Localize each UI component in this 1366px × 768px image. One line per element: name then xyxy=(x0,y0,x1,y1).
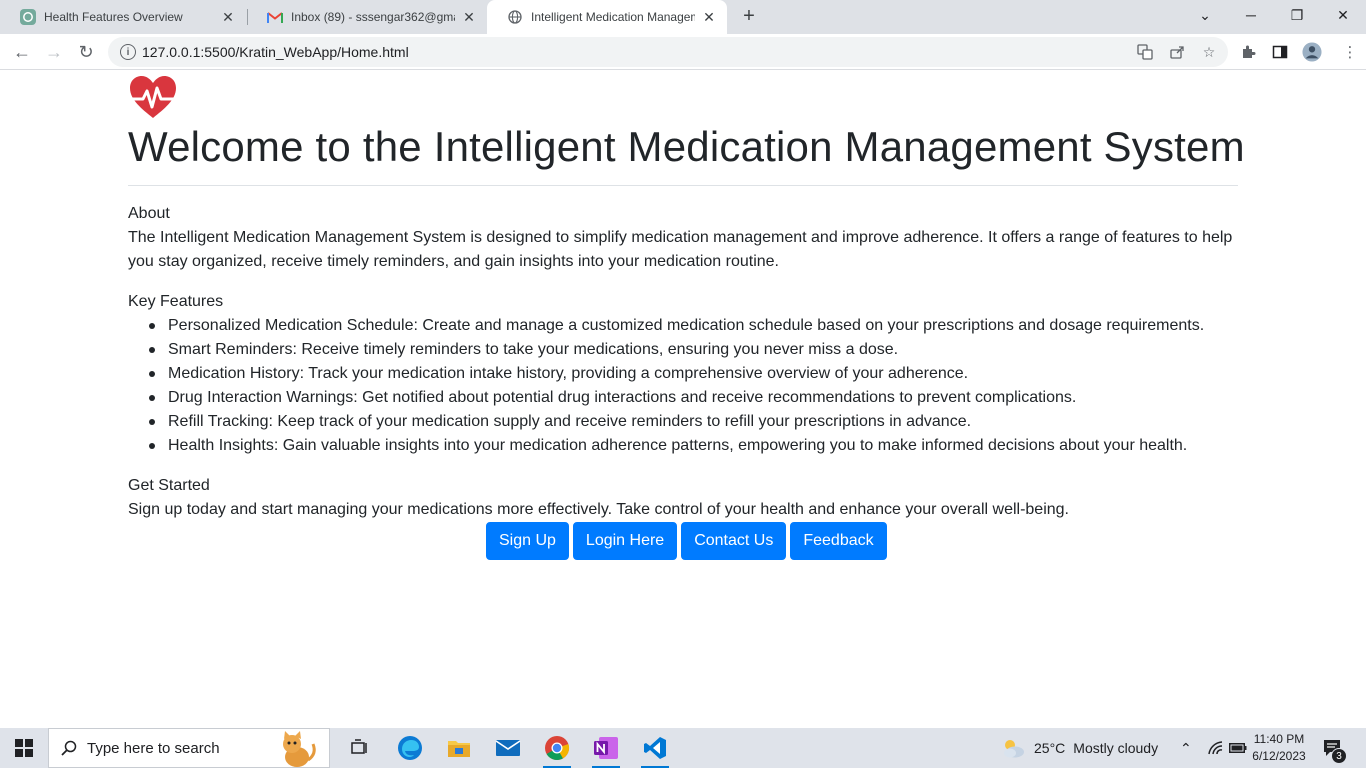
back-icon[interactable]: ← xyxy=(8,38,36,66)
feedback-button[interactable]: Feedback xyxy=(790,522,887,560)
get-started-text: Sign up today and start managing your me… xyxy=(128,501,1069,518)
task-view-icon[interactable] xyxy=(344,734,376,762)
heart-pulse-logo-icon xyxy=(128,75,178,119)
bookmark-star-icon[interactable]: ☆ xyxy=(1200,43,1218,61)
features-list: Personalized Medication Schedule: Create… xyxy=(128,314,1204,458)
about-text: The Intelligent Medication Management Sy… xyxy=(128,229,1233,270)
list-item: Smart Reminders: Receive timely reminder… xyxy=(128,338,1204,362)
list-item: Drug Interaction Warnings: Get notified … xyxy=(128,386,1204,410)
list-item: Medication History: Track your medicatio… xyxy=(128,362,1204,386)
tab-title: Intelligent Medication Management xyxy=(531,10,695,24)
address-bar[interactable]: i 127.0.0.1:5500/Kratin_WebApp/Home.html… xyxy=(108,37,1228,67)
action-buttons: Sign Up Login Here Contact Us Feedback xyxy=(486,522,887,560)
tab-search-chevron-icon[interactable]: ⌄ xyxy=(1182,0,1228,30)
menu-kebab-icon[interactable]: ⋮ xyxy=(1340,42,1360,62)
extensions-icon[interactable] xyxy=(1238,42,1258,62)
gmail-icon xyxy=(267,9,283,25)
web-page: Welcome to the Intelligent Medication Ma… xyxy=(0,71,1366,728)
clock-time: 11:40 PM xyxy=(1253,732,1305,746)
close-tab-icon[interactable]: ✕ xyxy=(701,9,717,25)
translate-icon[interactable] xyxy=(1136,43,1154,61)
search-placeholder: Type here to search xyxy=(87,739,220,757)
chrome-icon[interactable] xyxy=(541,734,573,768)
minimize-icon[interactable]: ─ xyxy=(1228,0,1274,30)
side-panel-icon[interactable] xyxy=(1270,42,1290,62)
restore-icon[interactable]: ❐ xyxy=(1274,0,1320,30)
share-icon[interactable] xyxy=(1168,43,1186,61)
partly-cloudy-icon xyxy=(1000,737,1026,759)
file-explorer-icon[interactable] xyxy=(443,734,475,762)
omnibox-actions: ☆ xyxy=(1136,43,1218,61)
notifications-icon[interactable]: 3 xyxy=(1322,728,1347,768)
edge-browser-icon[interactable] xyxy=(394,734,426,762)
search-highlight-cat-icon xyxy=(275,730,319,768)
globe-icon xyxy=(507,9,523,25)
about-heading: About xyxy=(128,205,170,222)
profile-avatar[interactable] xyxy=(1302,42,1322,62)
list-item: Refill Tracking: Keep track of your medi… xyxy=(128,410,1204,434)
close-tab-icon[interactable]: ✕ xyxy=(220,9,236,25)
list-item: Health Insights: Gain valuable insights … xyxy=(128,434,1204,458)
tab-health-features[interactable]: Health Features Overview ✕ xyxy=(0,0,246,34)
forward-icon[interactable]: → xyxy=(40,38,68,66)
windows-start-icon[interactable] xyxy=(8,736,40,760)
close-tab-icon[interactable]: ✕ xyxy=(461,9,477,25)
tab-title: Health Features Overview xyxy=(44,10,183,24)
new-tab-button[interactable]: + xyxy=(737,5,761,29)
login-button[interactable]: Login Here xyxy=(572,522,678,560)
tab-gmail-inbox[interactable]: Inbox (89) - sssengar362@gmail.com ✕ xyxy=(247,0,487,34)
tab-title: Inbox (89) - sssengar362@gmail.com xyxy=(291,10,455,24)
features-heading: Key Features xyxy=(128,293,224,310)
get-started-heading: Get Started xyxy=(128,477,210,494)
tab-medication-management[interactable]: Intelligent Medication Management ✕ xyxy=(487,0,727,34)
search-icon xyxy=(61,740,77,756)
wifi-icon[interactable] xyxy=(1207,728,1223,768)
taskbar-search-input[interactable]: Type here to search xyxy=(48,728,330,768)
battery-icon[interactable] xyxy=(1229,728,1247,768)
weather-description: Mostly cloudy xyxy=(1073,740,1159,756)
browser-tab-strip: Health Features Overview ✕ Inbox (89) - … xyxy=(0,0,1366,34)
close-window-icon[interactable]: ✕ xyxy=(1320,0,1366,30)
weather-widget[interactable]: 25°C Mostly cloudy xyxy=(1000,728,1158,768)
title-divider xyxy=(128,185,1238,186)
list-item: Personalized Medication Schedule: Create… xyxy=(128,314,1204,338)
clock-date: 6/12/2023 xyxy=(1252,749,1306,763)
onenote-icon[interactable] xyxy=(590,734,622,768)
site-info-icon[interactable]: i xyxy=(120,44,136,60)
mail-icon[interactable] xyxy=(492,734,524,762)
sign-up-button[interactable]: Sign Up xyxy=(486,522,569,560)
weather-temp: 25°C xyxy=(1034,740,1066,756)
notification-count-badge: 3 xyxy=(1331,748,1347,764)
contact-us-button[interactable]: Contact Us xyxy=(681,522,787,560)
url-text[interactable]: 127.0.0.1:5500/Kratin_WebApp/Home.html xyxy=(142,44,409,60)
show-hidden-icons-chevron-icon[interactable]: ⌃ xyxy=(1180,728,1192,768)
reload-icon[interactable]: ↻ xyxy=(72,38,100,66)
windows-taskbar: Type here to search 25°C Mostly cloudy ⌃ xyxy=(0,728,1366,768)
vscode-icon[interactable] xyxy=(639,734,671,768)
browser-toolbar: ← → ↻ i 127.0.0.1:5500/Kratin_WebApp/Hom… xyxy=(0,34,1366,70)
system-clock[interactable]: 11:40 PM 6/12/2023 xyxy=(1246,731,1312,765)
page-title: Welcome to the Intelligent Medication Ma… xyxy=(128,123,1245,170)
chatgpt-icon xyxy=(20,9,36,25)
